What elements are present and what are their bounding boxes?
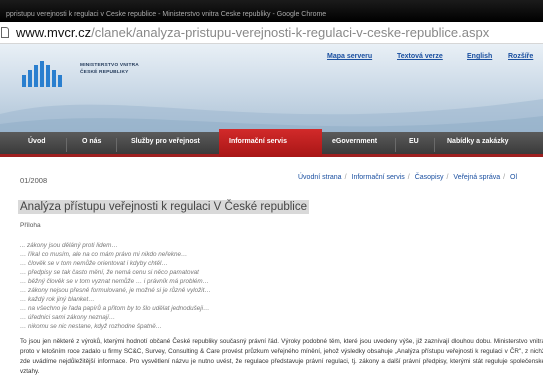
nav-item-info-service-label: Informační servis xyxy=(229,138,287,145)
nav-item-about[interactable]: O nás xyxy=(82,138,101,145)
nav-item-info-service[interactable]: Informační servis xyxy=(219,129,322,157)
quote-item: … říkal co musím, ale na co mám právo mi… xyxy=(20,251,188,258)
breadcrumb: Úvodní strana / Informační servis / Časopi… xyxy=(298,174,518,181)
window-title: ppristupu verejnosti k regulaci v Ceske … xyxy=(6,11,327,18)
quote-item: … úřednici sami zákony neznají… xyxy=(20,314,116,321)
url-path: /clanek/analyza-pristupu-verejnosti-k-re… xyxy=(91,25,490,40)
page-icon xyxy=(1,27,9,38)
attachment-label[interactable]: Příloha xyxy=(20,222,41,229)
breadcrumb-home[interactable]: Úvodní strana xyxy=(298,174,342,181)
nav-divider xyxy=(66,138,67,152)
link-extended[interactable]: Rozšíře xyxy=(508,53,533,60)
breadcrumb-current[interactable]: Ol xyxy=(510,174,517,181)
window-titlebar: ppristupu verejnosti k regulaci v Ceske … xyxy=(0,0,543,22)
issue-number: 01/2008 xyxy=(20,176,48,185)
main-nav: Úvod O nás Služby pro veřejnost Informač… xyxy=(0,129,543,157)
nav-item-services[interactable]: Služby pro veřejnost xyxy=(131,138,200,145)
article-title: Analýza přístupu veřejnosti k regulaci V… xyxy=(18,200,310,214)
site-header: MINISTERSTVO VNITRA ČESKÉ REPUBLIKY Mapa… xyxy=(0,44,543,132)
address-bar[interactable]: www.mvcr.cz/clanek/analyza-pristupu-vere… xyxy=(0,22,543,44)
quote-item: … každý rok jiný blanket… xyxy=(20,296,95,303)
ministry-logo-text: MINISTERSTVO VNITRA ČESKÉ REPUBLIKY xyxy=(80,63,139,75)
quote-item: … zákony nejsou přesně formulované, je m… xyxy=(20,287,211,294)
breadcrumb-info-service[interactable]: Informační servis xyxy=(352,174,405,181)
url-host: www.mvcr.cz xyxy=(16,25,92,40)
nav-item-home[interactable]: Úvod xyxy=(28,138,46,145)
nav-item-egovernment[interactable]: eGovernment xyxy=(332,138,377,145)
quote-item: … člověk se v tom nemůže orientovat i kd… xyxy=(20,260,168,267)
breadcrumb-public-admin[interactable]: Veřejná správa xyxy=(453,174,500,181)
quote-item: … běžný člověk se v tom vyznat nemůže … … xyxy=(20,278,209,285)
link-text-version[interactable]: Textová verze xyxy=(397,53,443,60)
url-text[interactable]: www.mvcr.cz/clanek/analyza-pristupu-vere… xyxy=(16,25,489,40)
quote-item: … na všechno je řada papírů a přitom by … xyxy=(20,305,210,312)
quote-list: ... zákony jsou děláný proti lidem… … ří… xyxy=(20,241,211,331)
quote-item: … nikomu se nic nestane, když rozhodne š… xyxy=(20,323,163,330)
nav-item-tenders[interactable]: Nabídky a zakázky xyxy=(447,138,508,145)
link-english[interactable]: English xyxy=(467,53,492,60)
nav-item-eu[interactable]: EU xyxy=(409,138,419,145)
nav-divider xyxy=(395,138,396,152)
nav-divider xyxy=(434,138,435,152)
article-paragraph: To jsou jen některé z výroků, kterými ho… xyxy=(20,338,543,375)
nav-divider xyxy=(116,138,117,152)
header-wave-decoration xyxy=(0,99,543,132)
link-sitemap[interactable]: Mapa serveru xyxy=(327,53,372,60)
breadcrumb-magazines[interactable]: Časopisy xyxy=(415,174,444,181)
ministry-logo-icon[interactable] xyxy=(22,59,64,87)
quote-item: … předpisy se tak často mění, že nemá ce… xyxy=(20,269,199,276)
quote-item: ... zákony jsou děláný proti lidem… xyxy=(20,242,118,249)
